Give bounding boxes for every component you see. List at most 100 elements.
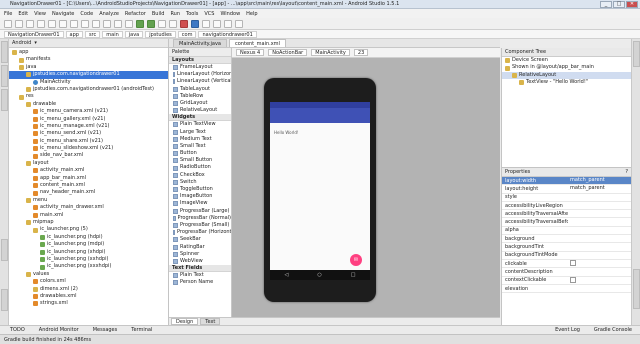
menu-code[interactable]: Code	[80, 11, 93, 17]
property-value[interactable]	[568, 194, 631, 201]
tree-item[interactable]: MainActivity	[9, 79, 168, 86]
property-value[interactable]	[568, 219, 631, 226]
palette-item[interactable]: Large Text	[169, 129, 231, 136]
breadcrumb-jpstudies[interactable]: jpstudies	[145, 30, 176, 38]
palette-item[interactable]: ProgressBar (Large)	[169, 208, 231, 215]
tree-item[interactable]: ic_menu_gallery.xml (v21)	[9, 116, 168, 123]
component-tree-item[interactable]: RelativeLayout	[502, 71, 631, 80]
tree-item[interactable]: main.xml	[9, 212, 168, 219]
tree-item[interactable]: ic_launcher.png (hdpi)	[9, 234, 168, 241]
tool-tab-captures[interactable]	[1, 89, 8, 111]
menu-edit[interactable]: Edit	[18, 11, 28, 17]
save-icon[interactable]	[15, 19, 23, 28]
tree-item[interactable]: jpstudies.com.navigationdrawer01 (androi…	[9, 86, 168, 93]
design-canvas[interactable]: Hello World! ✉ ◁ ○ □	[232, 58, 500, 317]
property-value[interactable]	[568, 235, 631, 242]
palette-item[interactable]: TableRow	[169, 93, 231, 100]
palette-item[interactable]: ProgressBar (Normal)	[169, 215, 231, 222]
palette-item[interactable]: CheckBox	[169, 172, 231, 179]
menu-file[interactable]: File	[4, 11, 12, 17]
redo-icon[interactable]	[48, 19, 56, 28]
palette-item[interactable]: ToggleButton	[169, 186, 231, 193]
forward-icon[interactable]	[125, 19, 133, 28]
tab-design[interactable]: Design	[171, 318, 199, 325]
tree-item[interactable]: ic_menu_manage.xml (v21)	[9, 123, 168, 130]
tool-tab-android-model[interactable]	[633, 269, 640, 309]
tree-item[interactable]: drawable	[9, 101, 168, 108]
property-checkbox[interactable]	[568, 260, 631, 267]
checkbox[interactable]	[570, 276, 576, 283]
menu-navigate[interactable]: Navigate	[52, 11, 74, 17]
palette-group[interactable]: Text Fields	[169, 265, 231, 273]
palette-item[interactable]: TableLayout	[169, 86, 231, 93]
tree-item[interactable]: colors.xml	[9, 278, 168, 285]
mail-icon[interactable]: ✉	[350, 254, 362, 266]
tree-item[interactable]: ic_launcher.png (xhdpi)	[9, 249, 168, 256]
property-value[interactable]: match_parent	[568, 185, 631, 192]
tree-item[interactable]: app	[9, 49, 168, 56]
property-row[interactable]: accessibilityTraversalBefore	[502, 218, 631, 227]
replace-icon[interactable]	[103, 19, 111, 28]
menu-vcs[interactable]: VCS	[204, 11, 214, 17]
tree-item[interactable]: ic_launcher.png (xxxhdpi)	[9, 263, 168, 270]
component-tree-item[interactable]: Shown in @layout/app_bar_main	[502, 64, 631, 71]
tree-item[interactable]: content_main.xml	[9, 182, 168, 189]
close-button[interactable]: ✕	[626, 1, 638, 8]
app-bar[interactable]	[270, 108, 370, 123]
help-icon[interactable]	[235, 19, 243, 28]
gradle-console-tab[interactable]: Gradle Console	[594, 327, 632, 333]
component-tree-item[interactable]: TextView - "Hello World!"	[502, 79, 631, 86]
help-icon[interactable]: ?	[625, 168, 628, 176]
terminal-tab[interactable]: Terminal	[131, 327, 152, 333]
component-tree-item[interactable]: Device Screen	[502, 57, 631, 64]
palette-item[interactable]: FrameLayout	[169, 64, 231, 71]
chevron-down-icon[interactable]: ▾	[34, 40, 37, 46]
property-value[interactable]	[568, 244, 631, 251]
tree-item[interactable]: nav_header_main.xml	[9, 189, 168, 196]
property-value[interactable]	[568, 252, 631, 259]
property-row[interactable]: backgroundTintMode	[502, 252, 631, 260]
property-row[interactable]: layout:width match_parent	[502, 177, 631, 186]
palette-item[interactable]: Small Text	[169, 143, 231, 150]
property-row[interactable]: elevation	[502, 285, 631, 294]
tree-item[interactable]: ic_launcher.png (5)	[9, 226, 168, 233]
tool-tab-structure[interactable]	[1, 65, 8, 87]
palette-item[interactable]: GridLayout	[169, 100, 231, 107]
tree-item[interactable]: side_nav_bar.xml	[9, 152, 168, 159]
palette-item[interactable]: LinearLayout (Vertical)	[169, 78, 231, 85]
avd-manager-icon[interactable]	[191, 19, 199, 28]
palette-item[interactable]: ImageButton	[169, 193, 231, 200]
tree-item[interactable]: ic_launcher.png (xxhdpi)	[9, 256, 168, 263]
palette-item[interactable]: Switch	[169, 179, 231, 186]
property-row[interactable]: alpha	[502, 227, 631, 236]
theme-selector[interactable]: NoActionBar	[268, 49, 308, 56]
tab-content-main[interactable]: content_main.xml	[229, 39, 286, 47]
tree-item[interactable]: drawables.xml	[9, 293, 168, 300]
tree-item[interactable]: ic_menu_slideshow.xml (v21)	[9, 145, 168, 152]
project-view-selector[interactable]: Android	[12, 40, 31, 46]
breadcrumb-project[interactable]: NavigationDrawer01	[4, 30, 64, 38]
property-value[interactable]	[568, 210, 631, 217]
open-folder-icon[interactable]	[4, 19, 12, 28]
android-monitor-tab[interactable]: Android Monitor	[39, 327, 79, 333]
sync-gradle-icon[interactable]	[202, 19, 210, 28]
checkbox[interactable]	[570, 260, 576, 267]
palette-item[interactable]: ProgressBar (Small)	[169, 222, 231, 229]
palette-group[interactable]: Widgets	[169, 114, 231, 122]
palette-item[interactable]: Button	[169, 150, 231, 157]
menu-refactor[interactable]: Refactor	[125, 11, 146, 17]
palette-item[interactable]: Small Button	[169, 157, 231, 164]
property-row[interactable]: contentDescription	[502, 268, 631, 277]
menu-view[interactable]: View	[34, 11, 46, 17]
breadcrumb-com[interactable]: com	[177, 30, 197, 38]
palette-item[interactable]: Plain TextView	[169, 121, 231, 128]
tree-item[interactable]: ic_launcher.png (mdpi)	[9, 241, 168, 248]
menu-tools[interactable]: Tools	[186, 11, 198, 17]
property-row[interactable]: style	[502, 194, 631, 202]
tree-item[interactable]: menu	[9, 197, 168, 204]
tree-item[interactable]: ic_menu_camera.xml (v21)	[9, 108, 168, 115]
tree-item[interactable]: ic_menu_send.xml (v21)	[9, 130, 168, 137]
tree-item[interactable]: manifests	[9, 56, 168, 63]
palette-item[interactable]: Spinner	[169, 251, 231, 258]
tree-item[interactable]: app_bar_main.xml	[9, 175, 168, 182]
